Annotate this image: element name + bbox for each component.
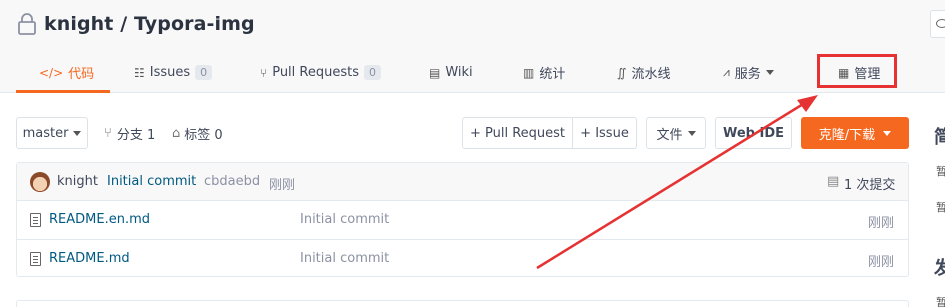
repo-tabs: </> 代码 ☷ Issues 0 ⑂ Pull Requests 0 ▤ Wi… — [0, 52, 945, 93]
tab-label: Pull Requests — [272, 65, 359, 80]
file-commit-time: 刚刚 — [868, 255, 895, 270]
repo-header: knight / Typora-img </> 代码 ☷ Issues 0 ⑂ … — [0, 0, 945, 93]
chevron-down-icon — [73, 130, 82, 136]
chevron-down-icon — [687, 130, 696, 136]
tab-code[interactable]: </> 代码 — [39, 52, 94, 93]
tab-label: 统计 — [539, 67, 566, 82]
file-name[interactable]: README.md — [49, 251, 130, 266]
branch-select-label: master — [22, 125, 69, 141]
lock-icon — [18, 13, 36, 35]
tab-service[interactable]: ⩘ 服务 — [723, 52, 774, 93]
web-ide-label: Web IDE — [722, 125, 785, 141]
issues-count-badge: 0 — [195, 65, 213, 80]
tab-label: Wiki — [445, 65, 473, 80]
tab-label: 流水线 — [631, 67, 671, 82]
chevron-down-icon — [765, 70, 774, 75]
branch-icon: ⑂ — [104, 125, 112, 141]
manage-highlight-box — [817, 54, 897, 88]
file-commit-message[interactable]: Initial commit — [300, 251, 389, 266]
branches-link[interactable]: ⑂ 分支 1 — [104, 117, 155, 149]
stats-icon: ▥ — [523, 65, 535, 80]
sidebar-text: 暂 — [936, 296, 945, 307]
branches-label: 分支 1 — [116, 127, 156, 143]
file-table: knight Initial commit cbdaebd 刚刚 ▤ 1 次提交… — [16, 162, 909, 277]
new-issue-label: + Issue — [580, 125, 629, 141]
tab-label: 服务 — [734, 67, 761, 82]
new-pull-request-label: + Pull Request — [469, 125, 566, 141]
file-menu-label: 文件 — [656, 127, 683, 143]
commit-author[interactable]: knight — [57, 174, 98, 189]
table-row: README.en.md Initial commit 刚刚 — [17, 201, 908, 239]
branch-select[interactable]: master — [16, 117, 88, 149]
tab-label: Issues — [149, 65, 191, 80]
commit-time: 刚刚 — [269, 178, 296, 193]
tags-link[interactable]: ⌂ 标签 0 — [172, 117, 223, 149]
latest-commit-row: knight Initial commit cbdaebd 刚刚 ▤ 1 次提交 — [17, 163, 908, 201]
readme-panel — [16, 300, 909, 307]
repo-title: knight / Typora-img — [17, 11, 255, 37]
issues-icon: ☷ — [134, 65, 145, 80]
pull-request-icon: ⑂ — [260, 65, 268, 80]
commit-count-link[interactable]: 1 次提交 — [844, 174, 895, 193]
avatar[interactable] — [30, 172, 50, 192]
file-commit-message[interactable]: Initial commit — [300, 212, 389, 227]
table-row: README.md Initial commit 刚刚 — [17, 239, 908, 277]
wiki-icon: ▤ — [429, 65, 441, 80]
clone-download-button[interactable]: 克隆/下载 — [801, 117, 909, 149]
commit-message[interactable]: Initial commit — [107, 174, 196, 189]
chevron-down-icon — [883, 130, 892, 136]
file-name[interactable]: README.en.md — [49, 212, 150, 227]
commit-history-icon: ▤ — [827, 174, 840, 189]
tag-icon: ⌂ — [172, 125, 181, 141]
file-commit-time: 刚刚 — [868, 216, 895, 231]
web-ide-button[interactable]: Web IDE — [715, 117, 792, 149]
sidebar-heading-intro: 简 — [934, 127, 945, 148]
pipeline-icon: ∬ — [617, 65, 627, 80]
file-icon — [30, 252, 41, 266]
pull-requests-count-badge: 0 — [364, 65, 381, 80]
active-tab-indicator — [16, 90, 110, 93]
clone-download-label: 克隆/下载 — [818, 127, 876, 143]
tab-stats[interactable]: ▥ 统计 — [523, 52, 565, 93]
repo-name[interactable]: knight / Typora-img — [44, 13, 255, 35]
tab-issues[interactable]: ☷ Issues 0 — [134, 52, 213, 93]
tab-pull-requests[interactable]: ⑂ Pull Requests 0 — [260, 52, 381, 93]
sidebar-heading-release: 发 — [934, 258, 945, 279]
sidebar-text: 暂 — [936, 201, 945, 214]
tab-label: 代码 — [68, 67, 95, 82]
commit-hash[interactable]: cbdaebd — [204, 174, 260, 189]
eye-icon — [936, 19, 945, 28]
file-icon — [30, 213, 41, 227]
tab-pipeline[interactable]: ∬ 流水线 — [617, 52, 670, 93]
file-menu-button[interactable]: 文件 — [646, 117, 706, 149]
new-pull-request-button[interactable]: + Pull Request — [462, 117, 573, 149]
tags-label: 标签 0 — [184, 127, 223, 143]
watch-button[interactable] — [930, 10, 945, 38]
service-icon: ⩘ — [723, 65, 730, 79]
tab-wiki[interactable]: ▤ Wiki — [429, 52, 473, 93]
code-icon: </> — [39, 65, 64, 80]
new-issue-button[interactable]: + Issue — [572, 117, 637, 149]
sidebar-text: 暂 — [936, 165, 945, 178]
